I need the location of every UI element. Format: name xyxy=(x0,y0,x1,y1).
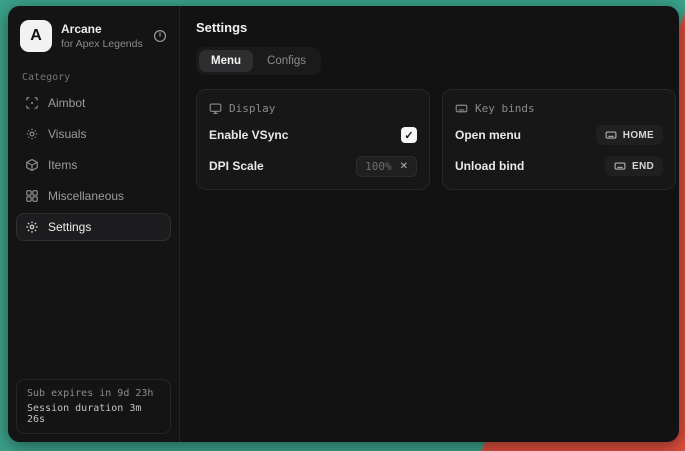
sidebar-item-miscellaneous[interactable]: Miscellaneous xyxy=(16,182,171,210)
app-window: A Arcane for Apex Legends Category xyxy=(8,6,679,442)
sub-expires-text: Sub expires in 9d 23h xyxy=(27,388,160,399)
power-icon[interactable] xyxy=(153,29,167,43)
setting-label: Open menu xyxy=(455,128,521,142)
open-menu-keybind-button[interactable]: HOME xyxy=(596,125,663,145)
keyboard-icon xyxy=(455,102,468,115)
sidebar-item-label: Visuals xyxy=(48,127,86,141)
sidebar-item-settings[interactable]: Settings xyxy=(16,213,171,241)
main-panel: Settings Menu Configs Display Enable VSy… xyxy=(180,6,679,442)
keyboard-icon xyxy=(605,129,617,141)
display-card: Display Enable VSync ✓ DPI Scale 100% ✕ xyxy=(196,89,430,190)
gear-icon xyxy=(25,220,39,234)
dpi-scale-input[interactable]: 100% ✕ xyxy=(356,156,417,177)
subscription-info: Sub expires in 9d 23h Session duration 3… xyxy=(16,379,171,434)
category-label: Category xyxy=(16,62,171,89)
keybind-value: HOME xyxy=(623,130,654,141)
tab-configs[interactable]: Configs xyxy=(255,50,318,72)
monitor-icon xyxy=(209,102,222,115)
crosshair-icon xyxy=(25,96,39,110)
box-icon xyxy=(25,158,39,172)
card-title: Key binds xyxy=(475,102,535,115)
sidebar: A Arcane for Apex Legends Category xyxy=(8,6,180,442)
card-title: Display xyxy=(229,102,275,115)
setting-row-vsync: Enable VSync ✓ xyxy=(209,124,417,146)
dpi-scale-value: 100% xyxy=(365,160,392,173)
setting-row-unload-bind: Unload bind END xyxy=(455,155,663,177)
setting-label: Unload bind xyxy=(455,159,524,173)
clear-icon[interactable]: ✕ xyxy=(400,161,408,172)
sidebar-item-label: Miscellaneous xyxy=(48,189,124,203)
setting-row-dpi: DPI Scale 100% ✕ xyxy=(209,155,417,177)
setting-label: DPI Scale xyxy=(209,159,264,173)
app-name: Arcane xyxy=(61,22,144,36)
keyboard-icon xyxy=(614,160,626,172)
sidebar-item-items[interactable]: Items xyxy=(16,151,171,179)
sidebar-item-label: Settings xyxy=(48,220,91,234)
brand-header: A Arcane for Apex Legends xyxy=(16,14,171,62)
sidebar-item-label: Items xyxy=(48,158,77,172)
setting-row-open-menu: Open menu HOME xyxy=(455,124,663,146)
unload-keybind-button[interactable]: END xyxy=(605,156,663,176)
app-subtitle: for Apex Legends xyxy=(61,38,144,50)
session-duration-text: Session duration 3m 26s xyxy=(27,403,160,425)
page-title: Settings xyxy=(196,20,676,35)
sidebar-item-aimbot[interactable]: Aimbot xyxy=(16,89,171,117)
grid-icon xyxy=(25,189,39,203)
setting-label: Enable VSync xyxy=(209,128,288,142)
sidebar-item-visuals[interactable]: Visuals xyxy=(16,120,171,148)
tab-bar: Menu Configs xyxy=(196,47,321,75)
vsync-checkbox[interactable]: ✓ xyxy=(401,127,417,143)
app-logo: A xyxy=(20,20,52,52)
keybind-value: END xyxy=(632,161,654,172)
eye-icon xyxy=(25,127,39,141)
sidebar-item-label: Aimbot xyxy=(48,96,85,110)
tab-menu[interactable]: Menu xyxy=(199,50,253,72)
sidebar-nav: Aimbot Visuals Items xyxy=(16,89,171,241)
keybinds-card: Key binds Open menu HOME Unload bin xyxy=(442,89,676,190)
